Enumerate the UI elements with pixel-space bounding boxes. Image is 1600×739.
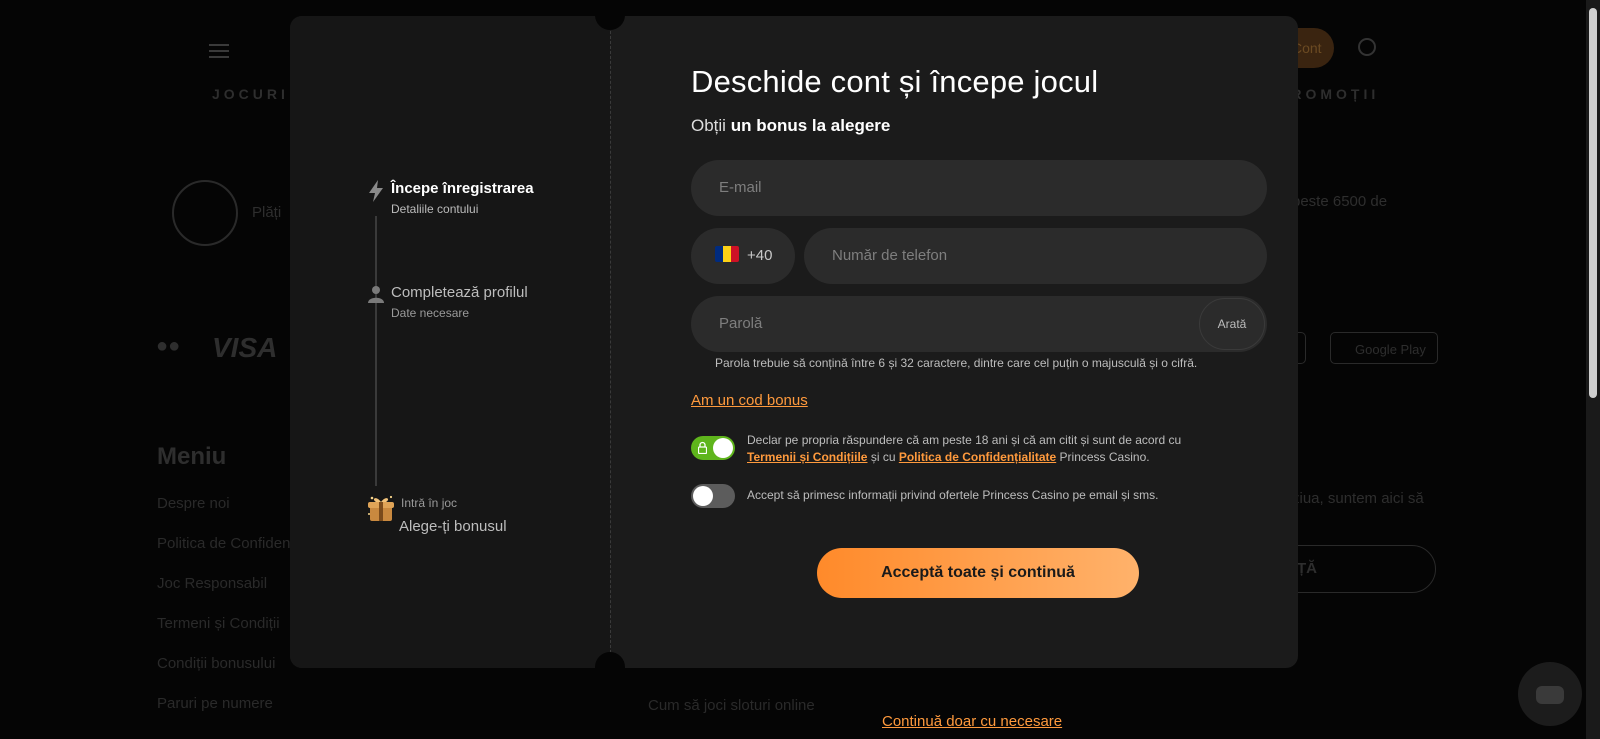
toggle-knob bbox=[713, 438, 733, 458]
password-field[interactable]: Parolă Arată bbox=[691, 296, 1267, 352]
footer-menu-item[interactable]: Joc Responsabil bbox=[157, 575, 267, 592]
user-icon bbox=[366, 284, 386, 306]
terms-suffix: Princess Casino. bbox=[1059, 450, 1150, 464]
step-subtitle: Date necesare bbox=[391, 306, 470, 320]
step-subtitle: Alege-ți bonusul bbox=[399, 518, 507, 535]
subtitle-bonus: un bonus la alegere bbox=[730, 116, 891, 135]
feature-text: Plăți bbox=[252, 204, 282, 221]
step-subtitle: Detaliile contului bbox=[391, 202, 479, 216]
footer-menu-item[interactable]: Condiții bonusului bbox=[157, 655, 275, 672]
terms-consent-text: Declar pe propria răspundere că am peste… bbox=[747, 432, 1267, 466]
feature-text-right: peste 6500 de bbox=[1292, 193, 1388, 210]
nav-games[interactable]: JOCURI bbox=[212, 86, 289, 102]
continue-necessary-only-link[interactable]: Continuă doar cu necesare bbox=[882, 713, 1062, 730]
footer-menu-item[interactable]: Despre noi bbox=[157, 495, 230, 512]
mastercard-icon: ●● bbox=[156, 335, 181, 357]
password-placeholder: Parolă bbox=[719, 315, 763, 332]
phone-prefix-value: +40 bbox=[747, 247, 773, 264]
footer-link-slots[interactable]: Cum să joci sloturi online bbox=[648, 697, 815, 714]
romania-flag-icon bbox=[715, 246, 739, 263]
stopwatch-icon bbox=[172, 180, 238, 246]
marketing-consent-text: Accept să primesc informații privind ofe… bbox=[747, 488, 1159, 502]
steps-connector bbox=[375, 216, 377, 486]
footer-menu-title: Meniu bbox=[157, 443, 227, 470]
privacy-link[interactable]: Politica de Confidențialitate bbox=[899, 450, 1056, 464]
show-password-button[interactable]: Arată bbox=[1199, 298, 1265, 350]
footer-menu-item[interactable]: Termeni și Condiții bbox=[157, 615, 280, 632]
bonus-code-link[interactable]: Am un cod bonus bbox=[691, 392, 808, 409]
lightning-icon bbox=[366, 180, 386, 202]
visa-logo: VISA bbox=[212, 332, 278, 363]
phone-field[interactable]: Număr de telefon bbox=[804, 228, 1267, 284]
footer-menu-item[interactable]: Paruri pe numere bbox=[157, 695, 273, 712]
google-play-badge[interactable]: Google Play bbox=[1330, 332, 1438, 364]
steps-panel: Începe înregistrarea Detaliile contului … bbox=[290, 16, 610, 668]
gift-icon bbox=[366, 494, 396, 522]
step-title: Intră în joc bbox=[401, 496, 458, 510]
search-icon[interactable] bbox=[1358, 38, 1376, 56]
ticket-divider bbox=[610, 16, 611, 668]
password-hint: Parola trebuie să conțină între 6 și 32 … bbox=[715, 356, 1198, 370]
subtitle-prefix: Obții bbox=[691, 116, 726, 135]
modal-subtitle: Obții un bonus la alegere bbox=[691, 116, 890, 136]
scrollbar-thumb[interactable] bbox=[1589, 8, 1597, 398]
lock-icon bbox=[698, 441, 707, 454]
terms-toggle[interactable] bbox=[691, 436, 735, 460]
step-title: Începe înregistrarea bbox=[391, 180, 534, 197]
email-field[interactable]: E-mail bbox=[691, 160, 1267, 216]
chat-icon bbox=[1536, 686, 1564, 704]
accept-all-continue-button[interactable]: Acceptă toate și continuă bbox=[817, 548, 1139, 598]
terms-middle: și cu bbox=[870, 450, 896, 464]
marketing-toggle[interactable] bbox=[691, 484, 735, 508]
support-text: ziua, suntem aici să bbox=[1292, 490, 1424, 507]
registration-modal: Începe înregistrarea Detaliile contului … bbox=[290, 16, 1298, 668]
phone-prefix-select[interactable]: +40 bbox=[691, 228, 795, 284]
modal-title: Deschide cont și începe jocul bbox=[691, 64, 1099, 99]
scrollbar[interactable] bbox=[1586, 0, 1600, 739]
page: JOCURI PROMOȚII Cont Plăți peste 6500 de… bbox=[0, 0, 1600, 739]
chat-button[interactable] bbox=[1518, 662, 1582, 726]
toggle-knob bbox=[693, 486, 713, 506]
step-title: Completează profilul bbox=[391, 284, 528, 301]
terms-prefix: Declar pe propria răspundere că am peste… bbox=[747, 433, 1182, 447]
terms-link[interactable]: Termenii și Condițiile bbox=[747, 450, 867, 464]
menu-icon[interactable] bbox=[209, 44, 229, 59]
